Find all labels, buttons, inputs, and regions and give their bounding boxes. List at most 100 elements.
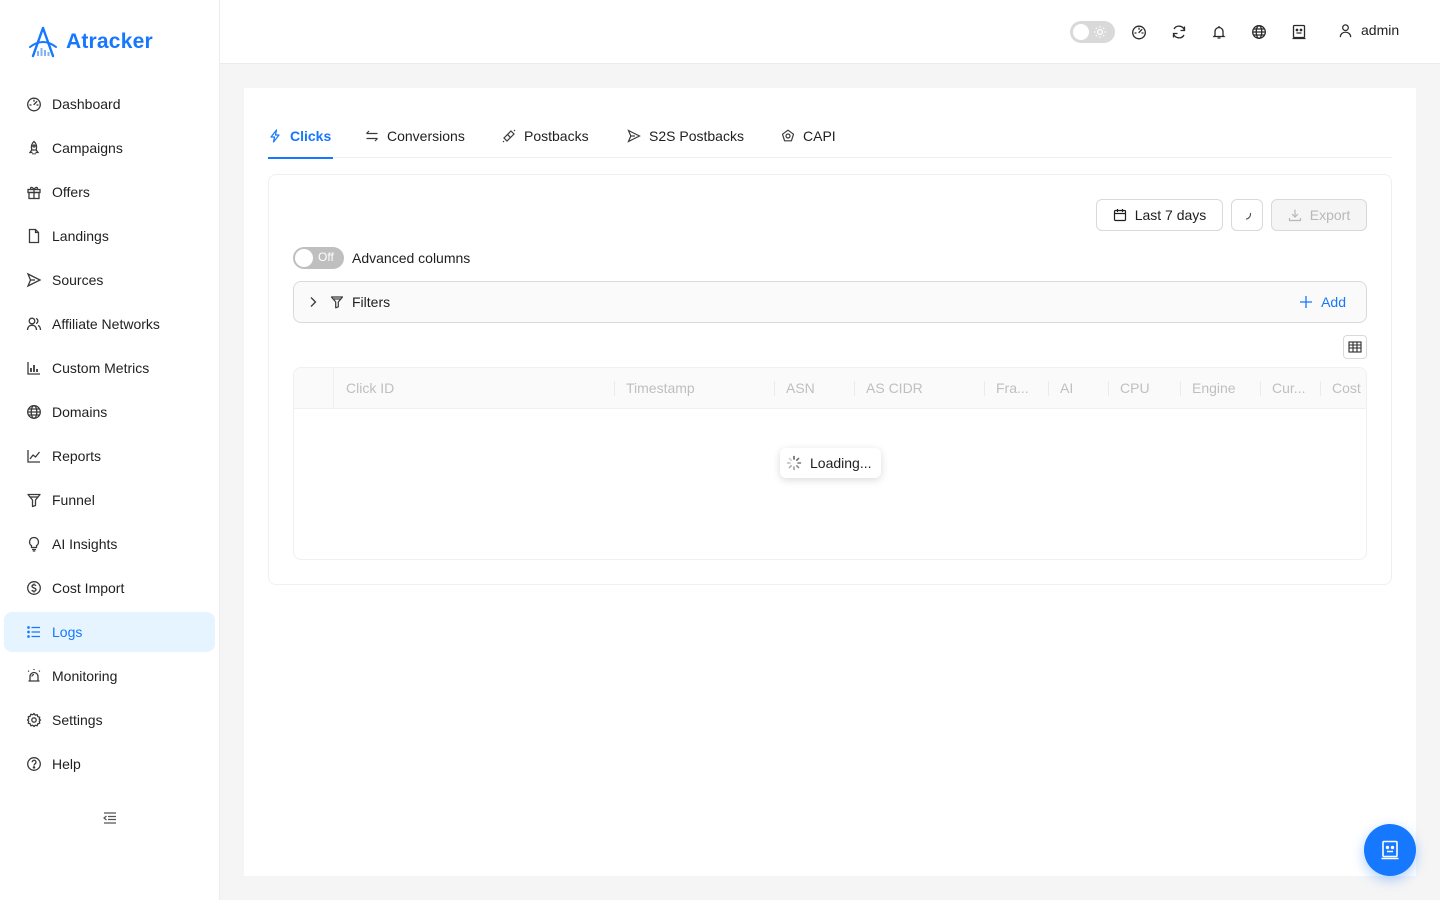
date-range-button[interactable]: Last 7 days [1096,199,1223,231]
toggle-knob [1073,24,1089,40]
tab-postbacks[interactable]: Postbacks [502,114,589,158]
column-header[interactable]: Cost [1320,368,1366,409]
theme-toggle[interactable] [1070,21,1115,43]
sidebar-item-domains[interactable]: Domains [4,392,215,432]
calendar-icon [1113,209,1126,222]
logo[interactable]: Atracker [26,24,153,60]
tab-label: S2S Postbacks [649,128,744,144]
robot-icon[interactable] [1291,24,1307,40]
sidebar-item-funnel[interactable]: Funnel [4,480,215,520]
globe-icon [27,405,41,419]
loading-spinner-icon [786,455,802,471]
sidebar-item-affiliate-networks[interactable]: Affiliate Networks [4,304,215,344]
table-header: Click ID Timestamp ASN AS CIDR Fra... AI… [294,368,1366,409]
gift-icon [27,186,41,200]
row-select-column[interactable] [294,368,334,409]
sidebar-item-offers[interactable]: Offers [4,172,215,212]
export-label: Export [1309,207,1351,223]
question-icon [27,757,41,771]
sidebar-item-campaigns[interactable]: Campaigns [4,128,215,168]
alarm-icon [27,669,41,682]
dashboard-icon [27,97,41,112]
user-menu[interactable]: admin [1338,22,1399,38]
ai-assistant-button[interactable] [1364,824,1416,876]
clicks-table: Click ID Timestamp ASN AS CIDR Fra... AI… [293,367,1367,560]
loading-indicator: Loading... [780,448,881,478]
column-header[interactable]: ASN [774,368,854,409]
bar-chart-icon [27,362,40,375]
users-icon [26,317,42,331]
column-header[interactable]: Timestamp [614,368,774,409]
sync-icon[interactable] [1171,24,1187,40]
thunderbolt-icon [270,129,280,143]
sidebar-item-landings[interactable]: Landings [4,216,215,256]
sun-icon [1094,26,1106,38]
gear-icon [26,712,42,728]
file-icon [28,228,40,244]
loading-spinner-icon [1245,212,1252,220]
switch-knob [295,249,313,267]
column-header[interactable]: Click ID [334,368,614,409]
column-header[interactable]: Fra... [984,368,1048,409]
add-filter-button[interactable]: Add [1299,294,1346,310]
sidebar-item-label: AI Insights [52,536,118,552]
column-header[interactable]: CPU [1108,368,1180,409]
switch-state: Off [318,250,334,264]
column-header[interactable]: AI [1048,368,1108,409]
column-settings-button[interactable] [1343,335,1367,359]
dashboard-icon[interactable] [1131,24,1147,40]
sidebar-item-label: Sources [52,272,104,288]
refresh-button[interactable] [1231,199,1263,231]
advanced-columns-label: Advanced columns [352,250,471,266]
dollar-icon [27,581,41,595]
sidebar-item-label: Cost Import [52,580,125,596]
sidebar-item-settings[interactable]: Settings [4,700,215,740]
add-filter-label: Add [1321,294,1346,310]
sidebar-item-sources[interactable]: Sources [4,260,215,300]
tab-label: CAPI [803,128,836,144]
sidebar-item-logs[interactable]: Logs [4,612,215,652]
sidebar-item-label: Reports [52,448,102,464]
globe-icon[interactable] [1251,24,1267,40]
rocket-icon [28,140,40,155]
tab-capi[interactable]: CAPI [781,114,836,158]
table-icon [1348,341,1362,353]
sidebar-item-help[interactable]: Help [4,744,215,784]
column-header[interactable]: AS CIDR [854,368,984,409]
loading-text: Loading... [810,455,872,471]
menu-fold-icon[interactable] [102,810,118,826]
tab-clicks[interactable]: Clicks [268,114,333,159]
logs-tabs: Clicks Conversions Postbacks S2S Postbac… [268,114,1392,159]
sidebar-item-monitoring[interactable]: Monitoring [4,656,215,696]
chevron-right-icon[interactable] [306,295,320,309]
sidebar-item-custom-metrics[interactable]: Custom Metrics [4,348,215,388]
logo-text: Atracker [66,30,153,53]
funnel-icon [330,296,344,309]
export-button[interactable]: Export [1271,199,1367,231]
sidebar-item-label: Custom Metrics [52,360,150,376]
tab-conversions[interactable]: Conversions [365,114,465,158]
tab-s2s-postbacks[interactable]: S2S Postbacks [627,114,744,158]
user-name: admin [1361,22,1400,38]
tab-label: Postbacks [524,128,589,144]
send-icon [26,272,42,288]
sidebar-item-label: Settings [52,712,103,728]
logo-icon [29,26,57,58]
sidebar-item-label: Offers [52,184,90,200]
api-icon [502,129,516,143]
column-header[interactable]: Cur... [1260,368,1320,409]
funnel-icon [27,493,41,508]
advanced-columns-switch[interactable]: Off [293,247,344,269]
sidebar-item-label: Help [52,756,81,772]
date-range-label: Last 7 days [1134,207,1207,223]
sidebar-item-reports[interactable]: Reports [4,436,215,476]
tab-label: Clicks [290,128,332,144]
main-content: Clicks Conversions Postbacks S2S Postbac… [244,88,1416,876]
filters-title: Filters [352,294,391,310]
sidebar-item-label: Landings [52,228,109,244]
sidebar-item-ai-insights[interactable]: AI Insights [4,524,215,564]
bell-icon[interactable] [1211,24,1227,40]
column-header[interactable]: Engine [1180,368,1260,409]
sidebar-item-cost-import[interactable]: Cost Import [4,568,215,608]
sidebar-item-dashboard[interactable]: Dashboard [4,84,215,124]
